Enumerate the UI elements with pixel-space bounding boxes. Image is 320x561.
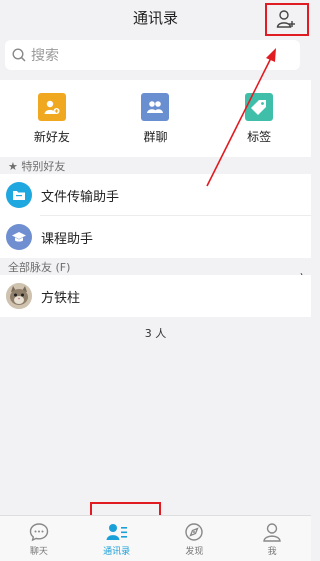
compass-icon [185,523,204,541]
tab-contacts[interactable]: 通讯录 [78,516,156,561]
tab-label: 我 [267,547,277,557]
contacts-icon [106,524,127,540]
chat-bubble-icon [29,523,49,542]
tab-label: 通讯录 [103,547,131,557]
tab-me[interactable]: 我 [233,516,311,561]
tab-label: 聊天 [29,547,48,557]
bottom-tab-bar: 聊天 通讯录 发现 我 [0,515,311,561]
tab-discover[interactable]: 发现 [156,516,234,561]
tab-label: 发现 [185,547,204,557]
person-icon [263,523,281,542]
annotation-arrow [206,48,276,187]
tab-chat[interactable]: 聊天 [0,516,78,561]
